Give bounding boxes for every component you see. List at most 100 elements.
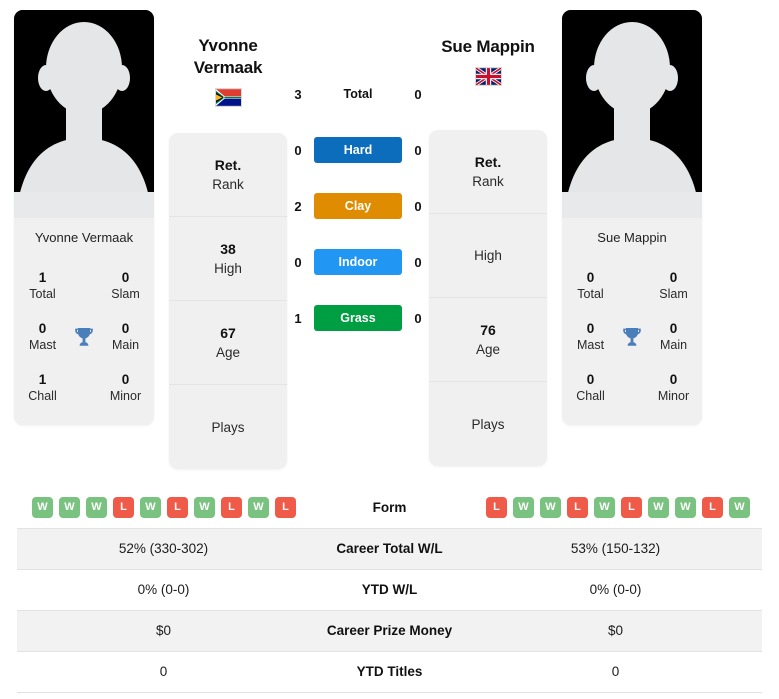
form-badge-win[interactable]: W — [594, 496, 615, 518]
left-ytd-wl: 0% (0-0) — [137, 582, 190, 597]
table-row-prize-money: $0 Career Prize Money $0 — [17, 610, 762, 651]
table-row-ytd-wl: 0% (0-0) YTD W/L 0% (0-0) — [17, 569, 762, 610]
form-badge-win[interactable]: W — [59, 496, 80, 518]
form-badge-loss[interactable]: L — [221, 496, 242, 518]
right-player-rank-card: Ret. Rank High 76 Age Plays — [429, 130, 547, 466]
h2h-row-clay: 2 Clay 0 — [288, 178, 428, 234]
player-comparison-page: Yvonne Vermaak 1 Total 0 Slam 0 Mast 0 M… — [0, 0, 779, 699]
player-silhouette-icon — [562, 10, 702, 218]
title-total-value: 0 — [586, 270, 595, 285]
left-plays: Plays — [169, 385, 287, 469]
h2h-clay-right: 0 — [414, 198, 422, 214]
row-label-ytd-wl: YTD W/L — [361, 582, 418, 597]
form-badge-loss[interactable]: L — [113, 496, 134, 518]
form-badge-win[interactable]: W — [729, 496, 750, 518]
left-player-name: Yvonne Vermaak — [194, 35, 263, 79]
form-badge-win[interactable]: W — [194, 496, 215, 518]
form-badge-win[interactable]: W — [32, 496, 53, 518]
title-mast: 0 Mast — [568, 320, 613, 354]
title-minor-value: 0 — [121, 372, 130, 387]
h2h-indoor-right: 0 — [414, 254, 422, 270]
left-player-photo-column: Yvonne Vermaak 1 Total 0 Slam 0 Mast 0 M… — [0, 10, 168, 425]
left-rank-high-label: High — [214, 260, 242, 276]
form-badge-loss[interactable]: L — [167, 496, 188, 518]
left-player-name-line1: Yvonne — [198, 36, 258, 55]
right-player-photo — [562, 10, 702, 218]
title-row: 0 Mast 0 Main — [14, 311, 154, 362]
left-player-name-line2: Vermaak — [193, 58, 263, 77]
right-prize-money: $0 — [607, 623, 624, 638]
form-badge-win[interactable]: W — [648, 496, 669, 518]
title-row: 1 Total 0 Slam — [14, 260, 154, 311]
h2h-grass-left: 1 — [294, 310, 302, 326]
title-mast-value: 0 — [38, 321, 47, 336]
row-label-career-wl: Career Total W/L — [336, 541, 443, 556]
left-ytd-titles: 0 — [159, 664, 168, 679]
right-player-name: Sue Mappin — [441, 37, 535, 56]
form-badge-win[interactable]: W — [513, 496, 534, 518]
left-rank-current-value: Ret. — [214, 156, 242, 173]
form-badge-loss[interactable]: L — [486, 496, 507, 518]
form-badge-loss[interactable]: L — [275, 496, 296, 518]
title-chall-value: 0 — [586, 372, 595, 387]
title-slam-value: 0 — [669, 270, 678, 285]
left-age-value: 67 — [220, 324, 236, 341]
title-row: 0 Mast 0 Main — [562, 311, 702, 362]
form-badge-loss[interactable]: L — [567, 496, 588, 518]
h2h-hard-label[interactable]: Hard — [314, 137, 402, 163]
right-ytd-titles: 0 — [611, 664, 620, 679]
left-rank-current-label: Rank — [212, 176, 244, 192]
h2h-clay-label[interactable]: Clay — [314, 193, 402, 219]
h2h-grass-label[interactable]: Grass — [314, 305, 402, 331]
form-badge-win[interactable]: W — [675, 496, 696, 518]
trophy-icon — [613, 325, 651, 349]
form-badge-loss[interactable]: L — [621, 496, 642, 518]
right-age: 76 Age — [429, 298, 547, 382]
left-rank-high-value: 38 — [220, 240, 236, 257]
right-rank-high-label: High — [474, 248, 502, 263]
title-main-label: Main — [111, 338, 140, 352]
title-slam: 0 Slam — [651, 269, 696, 303]
table-row-form: WWWLWLWLWL Form LWWLWLWWLW — [17, 487, 762, 528]
h2h-total-right: 0 — [414, 86, 422, 102]
trophy-icon-glyph — [75, 328, 93, 346]
right-rank-high: High — [429, 214, 547, 298]
title-chall: 1 Chall — [20, 371, 65, 405]
h2h-indoor-left: 0 — [294, 254, 302, 270]
head-to-head-surface-column: 3 Total 0 0 Hard 0 2 Clay 0 0 Indoor 0 1 — [288, 10, 428, 346]
right-career-wl: 53% (150-132) — [570, 541, 661, 556]
left-age-label: Age — [215, 344, 241, 360]
title-chall-value: 1 — [38, 372, 47, 387]
left-plays-label: Plays — [211, 419, 245, 435]
form-badge-win[interactable]: W — [540, 496, 561, 518]
right-player-card[interactable]: Sue Mappin 0 Total 0 Slam 0 Mast 0 Main … — [562, 10, 702, 425]
title-minor-value: 0 — [669, 372, 678, 387]
left-form-cell: WWWLWLWLWL — [17, 487, 310, 528]
right-ytd-wl: 0% (0-0) — [589, 582, 642, 597]
h2h-row-grass: 1 Grass 0 — [288, 290, 428, 346]
right-rank-current: Ret. Rank — [429, 130, 547, 214]
h2h-indoor-label[interactable]: Indoor — [314, 249, 402, 275]
form-badge-win[interactable]: W — [86, 496, 107, 518]
title-slam: 0 Slam — [103, 269, 148, 303]
form-badge-loss[interactable]: L — [702, 496, 723, 518]
right-player-titles-grid: 0 Total 0 Slam 0 Mast 0 Main 0 Chall 0 M… — [562, 256, 702, 425]
title-slam-label: Slam — [111, 287, 140, 301]
form-badge-win[interactable]: W — [140, 496, 161, 518]
title-mast: 0 Mast — [20, 320, 65, 354]
title-minor-label: Minor — [109, 389, 142, 403]
title-minor-label: Minor — [657, 389, 690, 403]
table-row-ytd-titles: 0 YTD Titles 0 — [17, 651, 762, 692]
h2h-row-indoor: 0 Indoor 0 — [288, 234, 428, 290]
form-badge-win[interactable]: W — [248, 496, 269, 518]
flag-united-kingdom-icon — [474, 67, 502, 86]
title-row: 0 Chall 0 Minor — [562, 362, 702, 413]
title-minor: 0 Minor — [651, 371, 696, 405]
left-player-titles-grid: 1 Total 0 Slam 0 Mast 0 Main 1 Chall 0 M… — [14, 256, 154, 425]
h2h-row-total: 3 Total 0 — [288, 66, 428, 122]
left-player-card[interactable]: Yvonne Vermaak 1 Total 0 Slam 0 Mast 0 M… — [14, 10, 154, 425]
left-player-photo-name: Yvonne Vermaak — [14, 218, 154, 256]
h2h-grass-right: 0 — [414, 310, 422, 326]
title-mast-label: Mast — [28, 338, 57, 352]
title-mast-value: 0 — [586, 321, 595, 336]
